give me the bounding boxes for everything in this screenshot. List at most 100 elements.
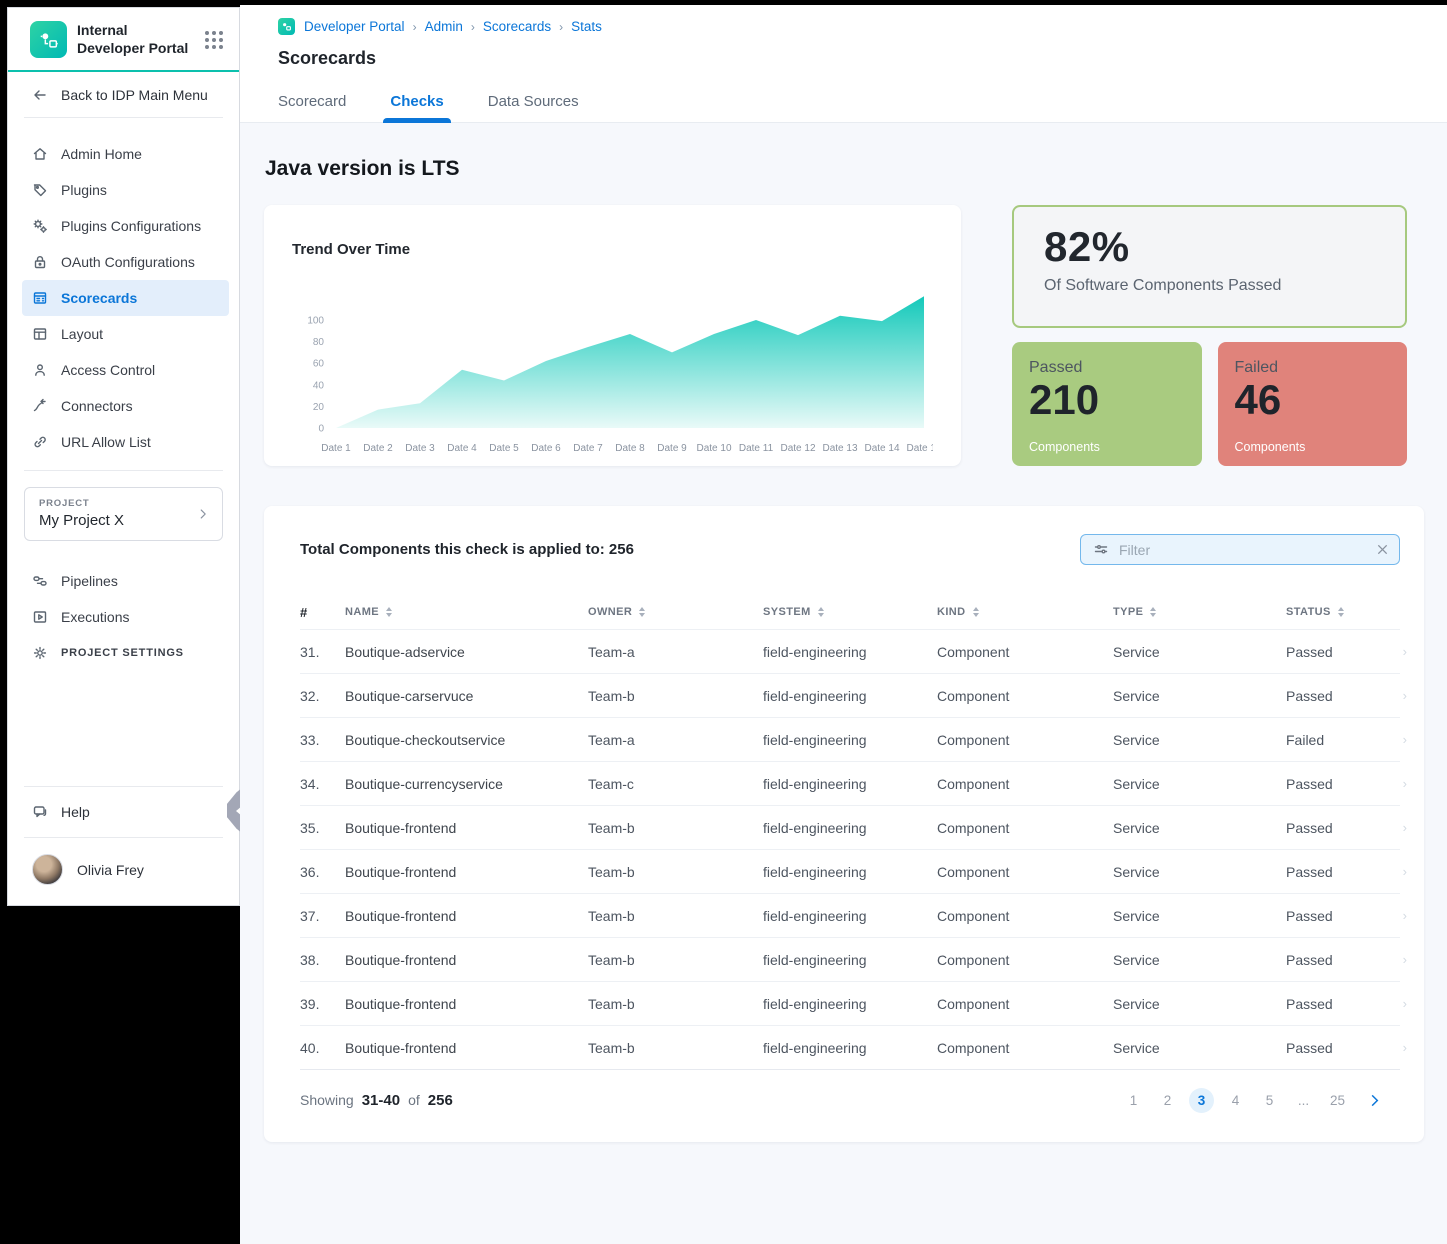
sidebar-item-plugins[interactable]: Plugins (22, 172, 229, 208)
sidebar-item-pipelines[interactable]: Pipelines (22, 563, 229, 599)
sidebar-item-label: Executions (61, 609, 129, 625)
chart-title: Trend Over Time (292, 241, 933, 258)
chevron-right-icon (196, 507, 210, 521)
page-number-1[interactable]: 1 (1121, 1088, 1146, 1113)
sidebar-item-plugins-configurations[interactable]: Plugins Configurations (22, 208, 229, 244)
column-header-type[interactable]: TYPE (1113, 606, 1286, 618)
table-row[interactable]: 37.Boutique-frontendTeam-bfield-engineer… (300, 893, 1400, 937)
breadcrumb-link-scorecards[interactable]: Scorecards (483, 19, 551, 34)
sidebar-header: Internal Developer Portal (8, 8, 239, 70)
table-header-row: # NAME OWNER SYSTEM KIND TYPE STATUS (300, 595, 1400, 629)
cell-status: Passed (1286, 688, 1393, 704)
sidebar-item-url-allow-list[interactable]: URL Allow List (22, 424, 229, 460)
filter-box (1080, 534, 1400, 565)
cell-system: field-engineering (763, 688, 937, 704)
tab-checks[interactable]: Checks (390, 93, 443, 122)
page-number-4[interactable]: 4 (1223, 1088, 1248, 1113)
sidebar-item-project-settings[interactable]: PROJECT SETTINGS (22, 635, 229, 671)
cell-kind: Component (937, 952, 1113, 968)
sidebar-item-access-control[interactable]: Access Control (22, 352, 229, 388)
apps-grid-icon[interactable] (205, 31, 223, 49)
table-top: Total Components this check is applied t… (300, 534, 1400, 565)
table-row[interactable]: 32.Boutique-carservuceTeam-bfield-engine… (300, 673, 1400, 717)
next-page-button[interactable] (1367, 1093, 1382, 1108)
cell-system: field-engineering (763, 996, 937, 1012)
svg-text:Date 2: Date 2 (363, 443, 393, 454)
showing-total: 256 (428, 1092, 453, 1109)
sidebar-item-connectors[interactable]: Connectors (22, 388, 229, 424)
cell-kind: Component (937, 688, 1113, 704)
svg-text:Date 5: Date 5 (489, 443, 519, 454)
clear-filter-icon[interactable] (1376, 543, 1389, 556)
cell-name: Boutique-frontend (345, 908, 588, 924)
sort-icon (818, 607, 824, 617)
sidebar-item-admin-home[interactable]: Admin Home (22, 136, 229, 172)
table-row[interactable]: 36.Boutique-frontendTeam-bfield-engineer… (300, 849, 1400, 893)
tab-scorecard[interactable]: Scorecard (278, 93, 346, 122)
cell-system: field-engineering (763, 820, 937, 836)
cell-name: Boutique-frontend (345, 952, 588, 968)
svg-text:80: 80 (313, 337, 325, 348)
table-row[interactable]: 39.Boutique-frontendTeam-bfield-engineer… (300, 981, 1400, 1025)
plugin-tag-icon (32, 182, 48, 198)
tab-data-sources[interactable]: Data Sources (488, 93, 579, 122)
cell-system: field-engineering (763, 952, 937, 968)
page-number-25[interactable]: 25 (1325, 1088, 1350, 1113)
scorecard-icon (32, 290, 48, 306)
sidebar-item-label: Pipelines (61, 573, 118, 589)
row-chevron-icon: › (1393, 688, 1407, 703)
cell-status: Passed (1286, 952, 1393, 968)
svg-text:Date 1: Date 1 (321, 443, 351, 454)
table-row[interactable]: 35.Boutique-frontendTeam-bfield-engineer… (300, 805, 1400, 849)
column-header-name[interactable]: NAME (345, 606, 588, 618)
cell-status: Passed (1286, 908, 1393, 924)
back-to-main-menu[interactable]: Back to IDP Main Menu (8, 72, 239, 117)
back-label: Back to IDP Main Menu (61, 87, 208, 103)
column-header-owner[interactable]: OWNER (588, 606, 763, 618)
page-number-3[interactable]: 3 (1189, 1088, 1214, 1113)
table-row[interactable]: 38.Boutique-frontendTeam-bfield-engineer… (300, 937, 1400, 981)
sidebar: Internal Developer Portal Back to IDP Ma… (7, 7, 240, 906)
breadcrumb-link-stats[interactable]: Stats (571, 19, 602, 34)
sidebar-item-label: Plugins Configurations (61, 218, 201, 234)
breadcrumb-link-developer-portal[interactable]: Developer Portal (304, 19, 405, 34)
cell-status: Passed (1286, 644, 1393, 660)
cell-kind: Component (937, 996, 1113, 1012)
column-header-status[interactable]: STATUS (1286, 606, 1393, 618)
cell-system: field-engineering (763, 776, 937, 792)
cell-status: Passed (1286, 864, 1393, 880)
help-button[interactable]: Help (8, 787, 239, 837)
cell-owner: Team-b (588, 864, 763, 880)
breadcrumb-link-admin[interactable]: Admin (425, 19, 463, 34)
filter-input[interactable] (1119, 542, 1366, 558)
cell-owner: Team-b (588, 996, 763, 1012)
summary-panel: 82% Of Software Components Passed Passed… (1012, 205, 1407, 466)
sidebar-item-layout[interactable]: Layout (22, 316, 229, 352)
page-number-2[interactable]: 2 (1155, 1088, 1180, 1113)
user-menu[interactable]: Olivia Frey (8, 838, 239, 905)
project-selector[interactable]: PROJECT My Project X (24, 487, 223, 541)
passed-failed-row: Passed 210 Components Failed 46 Componen… (1012, 342, 1407, 466)
cell-idx: 40. (300, 1040, 345, 1056)
sidebar-item-scorecards[interactable]: Scorecards (22, 280, 229, 316)
cell-kind: Component (937, 776, 1113, 792)
cell-name: Boutique-checkoutservice (345, 732, 588, 748)
trend-area-chart: 020406080100 Date 1Date 2Date 3Date 4Dat… (292, 260, 933, 472)
sidebar-item-oauth-configurations[interactable]: OAuth Configurations (22, 244, 229, 280)
table-row[interactable]: 34.Boutique-currencyserviceTeam-cfield-e… (300, 761, 1400, 805)
cell-type: Service (1113, 776, 1286, 792)
showing-range: 31-40 (362, 1092, 400, 1109)
cell-owner: Team-b (588, 688, 763, 704)
table-row[interactable]: 31.Boutique-adserviceTeam-afield-enginee… (300, 629, 1400, 673)
sidebar-item-label: Layout (61, 326, 103, 342)
table-row[interactable]: 33.Boutique-checkoutserviceTeam-afield-e… (300, 717, 1400, 761)
page-number-5[interactable]: 5 (1257, 1088, 1282, 1113)
column-header-system[interactable]: SYSTEM (763, 606, 937, 618)
cell-idx: 39. (300, 996, 345, 1012)
row-chevron-icon: › (1393, 864, 1407, 879)
cell-type: Service (1113, 820, 1286, 836)
cell-system: field-engineering (763, 908, 937, 924)
table-row[interactable]: 40.Boutique-frontendTeam-bfield-engineer… (300, 1025, 1400, 1069)
sidebar-item-executions[interactable]: Executions (22, 599, 229, 635)
column-header-kind[interactable]: KIND (937, 606, 1113, 618)
